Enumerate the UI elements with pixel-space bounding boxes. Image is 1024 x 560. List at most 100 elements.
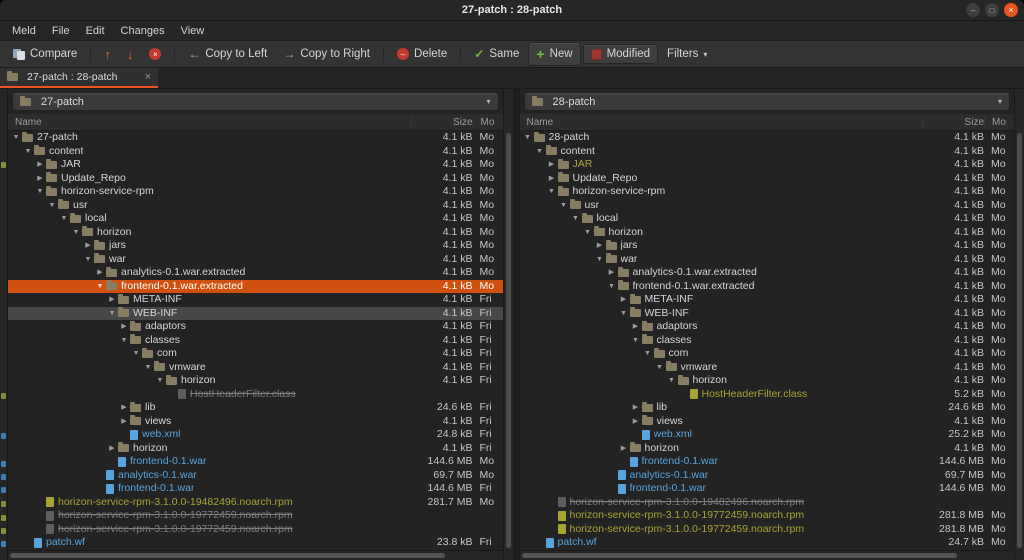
- tree-row[interactable]: ▶lib24.6 kBFri: [8, 401, 503, 415]
- expander-open-icon[interactable]: ▼: [142, 361, 154, 375]
- tree-row[interactable]: ▼27-patch4.1 kBMo: [8, 131, 503, 145]
- stop-button[interactable]: ×: [142, 45, 168, 63]
- maximize-button[interactable]: □: [985, 3, 999, 17]
- tree-row[interactable]: frontend-0.1.war144.6 MBMo: [520, 482, 1015, 496]
- tree-row[interactable]: ▼war4.1 kBMo: [8, 253, 503, 267]
- tree-row[interactable]: ▶JAR4.1 kBMo: [8, 158, 503, 172]
- minimize-button[interactable]: –: [966, 3, 980, 17]
- tree-row[interactable]: ▼vmware4.1 kBFri: [8, 361, 503, 375]
- tree-row[interactable]: ▼horizon-service-rpm4.1 kBMo: [520, 185, 1015, 199]
- expander-closed-icon[interactable]: ▶: [606, 266, 618, 280]
- tree-row[interactable]: ▼28-patch4.1 kBMo: [520, 131, 1015, 145]
- tree-row[interactable]: ▶META-INF4.1 kBMo: [520, 293, 1015, 307]
- titlebar[interactable]: 27-patch : 28-patch – □ ×: [0, 0, 1024, 21]
- expander-open-icon[interactable]: ▼: [46, 199, 58, 213]
- menu-file[interactable]: File: [44, 23, 78, 39]
- scrollbar-handle[interactable]: [1017, 133, 1022, 548]
- expander-closed-icon[interactable]: ▶: [118, 401, 130, 415]
- expander-closed-icon[interactable]: ▶: [594, 239, 606, 253]
- tree-row[interactable]: horizon-service-rpm-3.1.0.0-19772459.noa…: [8, 523, 503, 537]
- tree-row[interactable]: web.xml24.8 kBFri: [8, 428, 503, 442]
- tree-row[interactable]: ▶adaptors4.1 kBFri: [8, 320, 503, 334]
- column-size[interactable]: Size: [922, 117, 984, 128]
- tree-row[interactable]: analytics-0.1.war69.7 MBMo: [520, 469, 1015, 483]
- column-modified[interactable]: Mo: [984, 117, 1014, 128]
- expander-closed-icon[interactable]: ▶: [118, 415, 130, 429]
- tree-row[interactable]: HostHeaderFilter.class5.2 kBMo: [520, 388, 1015, 402]
- tree-row[interactable]: ▶views4.1 kBFri: [8, 415, 503, 429]
- tree-row[interactable]: frontend-0.1.war144.6 MBMo: [520, 455, 1015, 469]
- tree-row[interactable]: ▼com4.1 kBFri: [8, 347, 503, 361]
- tree-row[interactable]: ▼local4.1 kBMo: [8, 212, 503, 226]
- expander-open-icon[interactable]: ▼: [10, 131, 22, 145]
- tree-row[interactable]: HostHeaderFilter.class: [8, 388, 503, 402]
- tree-row[interactable]: ▼local4.1 kBMo: [520, 212, 1015, 226]
- close-button[interactable]: ×: [1004, 3, 1018, 17]
- expander-open-icon[interactable]: ▼: [642, 347, 654, 361]
- expander-open-icon[interactable]: ▼: [606, 280, 618, 294]
- expander-closed-icon[interactable]: ▶: [546, 172, 558, 186]
- expander-open-icon[interactable]: ▼: [70, 226, 82, 240]
- expander-open-icon[interactable]: ▼: [22, 145, 34, 159]
- filter-new-toggle[interactable]: + New: [528, 42, 580, 66]
- previous-change-button[interactable]: ↑: [97, 44, 118, 65]
- tree-row[interactable]: patch.wf24.7 kBMo: [520, 536, 1015, 550]
- next-change-button[interactable]: ↓: [120, 44, 141, 65]
- right-vertical-scrollbar[interactable]: [1014, 89, 1024, 560]
- expander-open-icon[interactable]: ▼: [82, 253, 94, 267]
- expander-open-icon[interactable]: ▼: [594, 253, 606, 267]
- expander-closed-icon[interactable]: ▶: [118, 320, 130, 334]
- tree-row[interactable]: web.xml25.2 kBMo: [520, 428, 1015, 442]
- column-name[interactable]: Name: [8, 117, 411, 128]
- menu-edit[interactable]: Edit: [78, 23, 113, 39]
- tree-row[interactable]: ▼usr4.1 kBMo: [520, 199, 1015, 213]
- copy-to-left-button[interactable]: ← Copy to Left: [181, 44, 274, 64]
- expander-open-icon[interactable]: ▼: [582, 226, 594, 240]
- tree-row[interactable]: ▶JAR4.1 kBMo: [520, 158, 1015, 172]
- tree-row[interactable]: horizon-service-rpm-3.1.0.0-19482496.noa…: [520, 496, 1015, 510]
- expander-open-icon[interactable]: ▼: [522, 131, 534, 145]
- tree-row[interactable]: ▶analytics-0.1.war.extracted4.1 kBMo: [520, 266, 1015, 280]
- tree-row[interactable]: ▼horizon4.1 kBMo: [8, 226, 503, 240]
- tree-row[interactable]: patch.wf23.8 kBFri: [8, 536, 503, 550]
- tree-row[interactable]: ▶jars4.1 kBMo: [520, 239, 1015, 253]
- tree-row[interactable]: ▼content4.1 kBMo: [8, 145, 503, 159]
- left-folder-selector[interactable]: 27-patch ▾: [12, 92, 499, 111]
- filter-same-toggle[interactable]: ✓ Same: [467, 44, 526, 64]
- delete-button[interactable]: – Delete: [390, 45, 454, 63]
- tree-row[interactable]: frontend-0.1.war144.6 MBMo: [8, 455, 503, 469]
- expander-open-icon[interactable]: ▼: [534, 145, 546, 159]
- tree-row[interactable]: ▶views4.1 kBMo: [520, 415, 1015, 429]
- tree-row[interactable]: ▼vmware4.1 kBMo: [520, 361, 1015, 375]
- expander-closed-icon[interactable]: ▶: [106, 293, 118, 307]
- tree-row[interactable]: ▼classes4.1 kBMo: [520, 334, 1015, 348]
- expander-open-icon[interactable]: ▼: [654, 361, 666, 375]
- expander-closed-icon[interactable]: ▶: [546, 158, 558, 172]
- right-folder-selector[interactable]: 28-patch ▾: [524, 92, 1011, 111]
- filter-modified-toggle[interactable]: Modified: [583, 44, 658, 64]
- tree-row[interactable]: ▼WEB-INF4.1 kBMo: [520, 307, 1015, 321]
- tree-row[interactable]: ▶horizon4.1 kBFri: [8, 442, 503, 456]
- scrollbar-handle[interactable]: [506, 133, 511, 548]
- scrollbar-handle[interactable]: [10, 553, 445, 558]
- tree-row[interactable]: ▶adaptors4.1 kBMo: [520, 320, 1015, 334]
- tree-row[interactable]: ▼WEB-INF4.1 kBFri: [8, 307, 503, 321]
- expander-closed-icon[interactable]: ▶: [630, 415, 642, 429]
- tree-row[interactable]: ▶jars4.1 kBMo: [8, 239, 503, 253]
- expander-closed-icon[interactable]: ▶: [618, 442, 630, 456]
- expander-closed-icon[interactable]: ▶: [34, 158, 46, 172]
- expander-open-icon[interactable]: ▼: [546, 185, 558, 199]
- compare-button[interactable]: Compare: [6, 45, 84, 63]
- column-size[interactable]: Size: [411, 117, 473, 128]
- right-horizontal-scrollbar[interactable]: [520, 550, 1015, 560]
- tree-row[interactable]: ▶horizon4.1 kBMo: [520, 442, 1015, 456]
- expander-open-icon[interactable]: ▼: [558, 199, 570, 213]
- tree-row[interactable]: frontend-0.1.war144.6 MBFri: [8, 482, 503, 496]
- expander-closed-icon[interactable]: ▶: [630, 320, 642, 334]
- menu-meld[interactable]: Meld: [4, 23, 44, 39]
- tree-row[interactable]: ▼frontend-0.1.war.extracted4.1 kBMo: [520, 280, 1015, 294]
- tree-row[interactable]: ▶Update_Repo4.1 kBMo: [520, 172, 1015, 186]
- expander-open-icon[interactable]: ▼: [106, 307, 118, 321]
- tree-row[interactable]: ▼horizon4.1 kBMo: [520, 374, 1015, 388]
- scrollbar-handle[interactable]: [522, 553, 957, 558]
